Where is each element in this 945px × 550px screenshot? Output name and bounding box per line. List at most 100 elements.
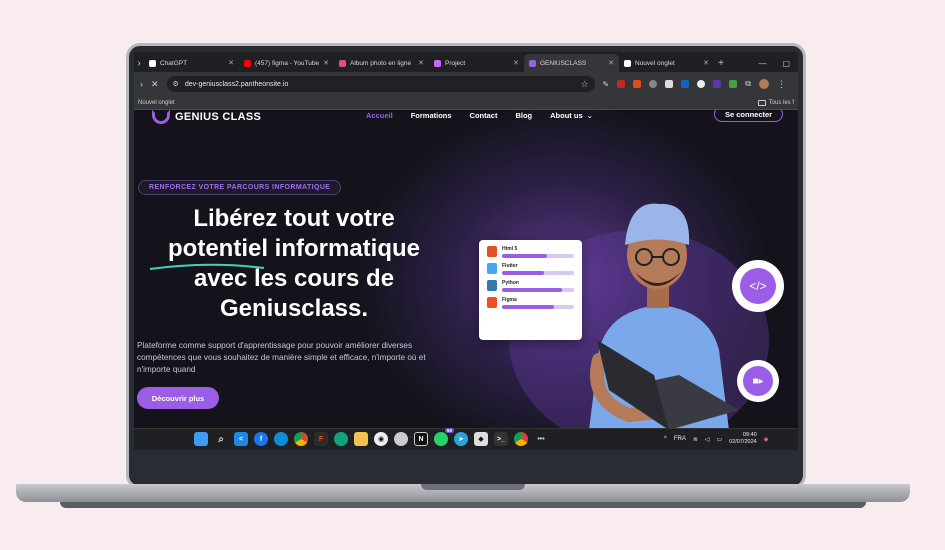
telegram-icon[interactable]: ➤ bbox=[454, 432, 468, 446]
unity-icon[interactable]: ◆ bbox=[474, 432, 488, 446]
chrome-icon[interactable] bbox=[294, 432, 308, 446]
tab-favicon-icon bbox=[339, 59, 346, 67]
browser-tab[interactable]: Nouvel onglet ✕ bbox=[619, 54, 714, 72]
nav-link-formations[interactable]: Formations bbox=[411, 111, 452, 120]
site-info-icon[interactable]: ⚙ bbox=[173, 80, 179, 88]
browser-menu-icon[interactable]: ⋮ bbox=[777, 79, 786, 90]
wifi-icon[interactable]: ≋ bbox=[693, 436, 698, 443]
tab-close-icon[interactable]: ✕ bbox=[703, 59, 709, 67]
extension-icon-light[interactable] bbox=[697, 80, 706, 88]
extension-icon-blue[interactable] bbox=[681, 80, 690, 88]
chrome-profile-icon[interactable] bbox=[514, 432, 528, 446]
clock[interactable]: 09:40 02/07/2024 bbox=[729, 432, 757, 446]
more-apps-icon[interactable]: ••• bbox=[534, 432, 548, 446]
notification-bell-icon[interactable]: ◆ bbox=[764, 436, 769, 443]
profile-avatar[interactable] bbox=[758, 79, 769, 89]
tab-favicon-icon bbox=[244, 59, 251, 67]
url-field[interactable]: ⚙ dev-geniusclass2.pantheonsite.io ☆ bbox=[166, 76, 595, 92]
skill-progress-bar bbox=[502, 305, 574, 309]
nav-link-label: Accueil bbox=[366, 111, 393, 120]
laptop-base-shadow bbox=[60, 502, 866, 508]
address-bar: › ✕ ⚙ dev-geniusclass2.pantheonsite.io ☆… bbox=[134, 72, 798, 96]
code-icon: </> bbox=[740, 268, 776, 304]
code-floating-button[interactable]: </> bbox=[732, 260, 784, 312]
whatsapp-icon[interactable]: 50 bbox=[434, 428, 454, 446]
extension-icon-grey[interactable] bbox=[649, 80, 658, 88]
tab-close-icon[interactable]: ✕ bbox=[608, 59, 614, 67]
nav-link-about-us[interactable]: About us ⌄ bbox=[550, 111, 593, 120]
browser-tab[interactable]: Project ✕ bbox=[429, 54, 524, 72]
tab-search-icon[interactable]: › bbox=[134, 54, 144, 72]
skill-progress-fill bbox=[502, 254, 547, 258]
windows-start-icon[interactable] bbox=[194, 432, 208, 446]
url-text: dev-geniusclass2.pantheonsite.io bbox=[184, 80, 289, 88]
skill-name: Html 5 bbox=[502, 246, 518, 252]
extension-icon-red[interactable] bbox=[617, 80, 626, 88]
obs-icon[interactable] bbox=[394, 432, 408, 446]
figma-app-icon[interactable]: F bbox=[314, 432, 328, 446]
nav-link-label: Contact bbox=[469, 111, 498, 120]
edge-browser-icon[interactable] bbox=[274, 432, 288, 446]
geniusclass-logo[interactable]: GENIUS CLASS bbox=[152, 110, 261, 124]
clock-date: 02/07/2024 bbox=[729, 439, 757, 445]
language-indicator[interactable]: FRA bbox=[674, 436, 686, 442]
connect-button[interactable]: Se connecter bbox=[714, 110, 784, 122]
bookmark-star-icon[interactable]: ☆ bbox=[580, 79, 588, 90]
system-tray: ^ FRA ≋ ◁ ▭ 09:40 02/07/2024 ◆ bbox=[664, 432, 768, 446]
github-icon[interactable]: ◉ bbox=[374, 432, 388, 446]
extension-icon-green[interactable] bbox=[729, 80, 738, 88]
tab-favicon-icon bbox=[624, 59, 631, 67]
headline-underline-decoration bbox=[149, 263, 265, 270]
nav-link-blog[interactable]: Blog bbox=[515, 111, 532, 120]
minimize-icon[interactable]: — bbox=[758, 59, 766, 68]
skill-progress-fill bbox=[502, 288, 563, 292]
stop-loading-icon[interactable]: ✕ bbox=[151, 79, 159, 90]
volume-icon[interactable]: ◁ bbox=[705, 436, 710, 443]
browser-tab[interactable]: (457) figma - YouTube ✕ bbox=[239, 54, 334, 72]
skill-row: Figma bbox=[487, 297, 574, 309]
forward-icon[interactable]: › bbox=[140, 79, 143, 89]
vscode-icon[interactable]: < bbox=[234, 432, 248, 446]
nav-link-accueil[interactable]: Accueil bbox=[366, 111, 393, 120]
extension-icon-orange[interactable] bbox=[633, 80, 642, 88]
extension-icon-purple[interactable] bbox=[713, 80, 722, 88]
tab-close-icon[interactable]: ✕ bbox=[323, 59, 329, 67]
battery-icon[interactable]: ▭ bbox=[716, 436, 722, 443]
new-tab-button[interactable]: + bbox=[714, 54, 728, 72]
browser-tab-bar: › ChatGPT ✕ (457) figma - YouTube ✕ Album ph… bbox=[134, 52, 798, 72]
headline-line-2: potentiel informatique bbox=[168, 235, 420, 262]
tab-title: GENIUSCLASS bbox=[540, 59, 587, 67]
pen-extension-icon[interactable]: ✎ bbox=[603, 80, 610, 89]
search-icon[interactable]: ⌕ bbox=[214, 432, 228, 446]
skill-name: Python bbox=[502, 280, 519, 286]
bookmark-new-tab[interactable]: Nouvel onglet bbox=[138, 100, 175, 106]
skill-logo-icon bbox=[487, 297, 497, 308]
skill-progress-bar bbox=[502, 288, 574, 292]
tab-close-icon[interactable]: ✕ bbox=[228, 59, 234, 67]
discover-more-button[interactable]: Découvrir plus bbox=[137, 387, 219, 409]
file-explorer-icon[interactable] bbox=[354, 432, 368, 446]
nav-link-contact[interactable]: Contact bbox=[470, 111, 498, 120]
tab-close-icon[interactable]: ✕ bbox=[513, 59, 519, 67]
tab-title: ChatGPT bbox=[160, 59, 188, 67]
facebook-icon[interactable]: f bbox=[254, 432, 268, 446]
terminal-icon[interactable]: >_ bbox=[494, 432, 508, 446]
maximize-icon[interactable]: ▢ bbox=[782, 59, 790, 68]
window-controls: — ▢ bbox=[750, 54, 798, 72]
browser-tab[interactable]: GENIUSCLASS ✕ bbox=[524, 54, 619, 72]
all-bookmarks-link[interactable]: Tous les f bbox=[769, 100, 794, 106]
bookmarks-bar: Nouvel onglet Tous les f bbox=[134, 96, 798, 110]
tab-favicon-icon bbox=[149, 59, 156, 67]
tab-close-icon[interactable]: ✕ bbox=[418, 59, 424, 67]
nav-link-label: Formations bbox=[410, 111, 452, 120]
browser-tab[interactable]: Album photo en ligne ✕ bbox=[334, 54, 429, 72]
video-floating-button[interactable]: ■▸ bbox=[737, 360, 779, 402]
whatsapp-notification-badge: 50 bbox=[444, 428, 454, 433]
extension-icon-white[interactable] bbox=[665, 80, 674, 88]
chatgpt-app-icon[interactable] bbox=[334, 432, 348, 446]
extensions-puzzle-icon[interactable]: ⧉ bbox=[745, 79, 751, 89]
tab-favicon-icon bbox=[434, 59, 441, 67]
tray-chevron-icon[interactable]: ^ bbox=[664, 436, 667, 442]
notion-icon[interactable]: N bbox=[414, 432, 428, 446]
browser-tab[interactable]: ChatGPT ✕ bbox=[144, 54, 239, 72]
